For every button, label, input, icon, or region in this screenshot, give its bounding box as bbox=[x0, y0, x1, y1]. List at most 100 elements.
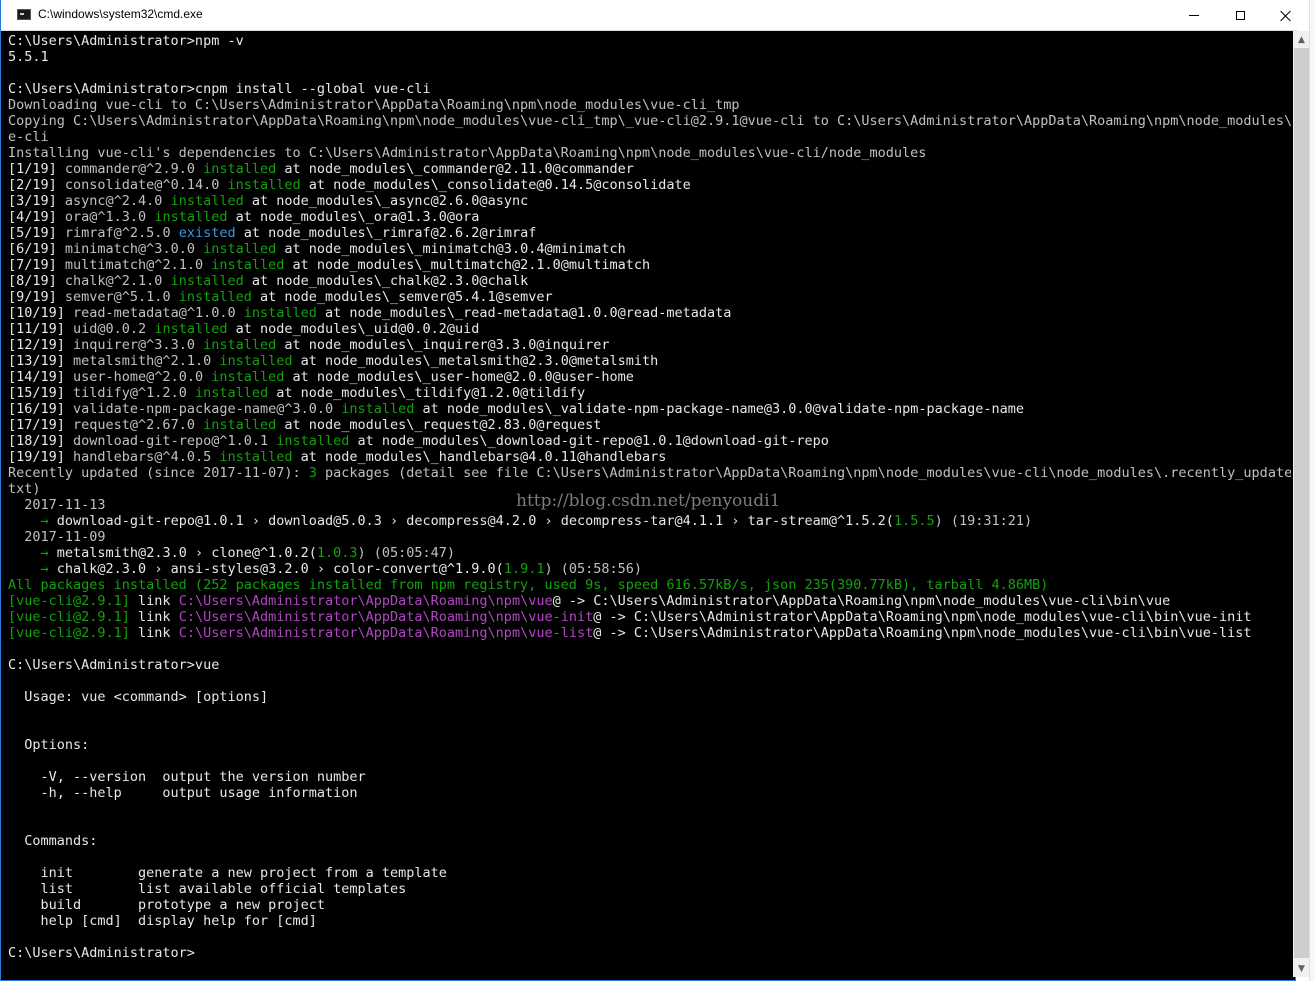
scroll-down-arrow-icon[interactable]: ▼ bbox=[1293, 960, 1310, 977]
console-text: installed bbox=[194, 385, 269, 401]
console-text: link bbox=[129, 609, 179, 625]
console-text: help [cmd] display help for [cmd] bbox=[8, 913, 317, 929]
console-text: installed bbox=[154, 321, 228, 337]
console-text: at node_modules\_metalsmith@2.3.0@metals… bbox=[292, 353, 659, 369]
console-text: installed bbox=[219, 449, 293, 465]
console-text: at node_modules\_validate-npm-package-na… bbox=[414, 401, 1024, 417]
console-text: Options: bbox=[8, 737, 90, 753]
console-line: Options: bbox=[8, 737, 1291, 753]
console-line: [8/19] chalk@^2.1.0 installed at node_mo… bbox=[8, 273, 1291, 289]
console-text: 2017-11-13 bbox=[8, 497, 106, 513]
console-text: [12/19] bbox=[8, 337, 74, 353]
console-text: [19/19] bbox=[8, 449, 74, 465]
console-text: Commands: bbox=[8, 833, 98, 849]
console-text: installed bbox=[227, 177, 301, 193]
console-line: [17/19] request@^2.67.0 installed at nod… bbox=[8, 417, 1291, 433]
console-text: → bbox=[40, 513, 49, 529]
console-text: C:\Users\Administrator\AppData\Roaming\n… bbox=[178, 593, 553, 609]
window-title: C:\windows\system32\cmd.exe bbox=[38, 7, 203, 21]
console-text: ora@^1.3.0 bbox=[64, 209, 155, 225]
console-line: [14/19] user-home@^2.0.0 installed at no… bbox=[8, 369, 1291, 385]
console-line: [2/19] consolidate@^0.14.0 installed at … bbox=[8, 177, 1291, 193]
console-text: installed bbox=[341, 401, 415, 417]
maximize-button[interactable] bbox=[1217, 0, 1263, 31]
console-text: at node_modules\_commander@2.11.0@comman… bbox=[276, 161, 634, 177]
console-text: installed bbox=[178, 289, 252, 305]
console-line: C:\Users\Administrator>npm -v bbox=[8, 33, 1291, 49]
console-line: → download-git-repo@1.0.1 › download@5.0… bbox=[8, 513, 1291, 529]
console-text: at node_modules\_inquirer@3.3.0@inquirer bbox=[276, 337, 610, 353]
console-text: @ -> C:\Users\Administrator\AppData\Roam… bbox=[593, 609, 1252, 625]
console-line: 2017-11-09 bbox=[8, 529, 1291, 545]
console-text: 5.5.1 bbox=[8, 49, 49, 65]
console-text: [3/19] bbox=[8, 193, 65, 209]
console-line: C:\Users\Administrator>vue bbox=[8, 657, 1291, 673]
console-text: C:\Users\Administrator> bbox=[8, 945, 195, 961]
console-text: @ -> C:\Users\Administrator\AppData\Roam… bbox=[593, 625, 1252, 641]
console-text: Usage: vue <command> [options] bbox=[8, 689, 269, 705]
console-line: -V, --version output the version number bbox=[8, 769, 1291, 785]
console-text: download-git-repo@1.0.1 › download@5.0.3… bbox=[48, 513, 894, 529]
console-line: [7/19] multimatch@^2.1.0 installed at no… bbox=[8, 257, 1291, 273]
scroll-thumb[interactable] bbox=[1294, 48, 1309, 958]
console-text: Downloading vue-cli to C:\Users\Administ… bbox=[8, 97, 740, 113]
console-text: installed bbox=[243, 305, 317, 321]
scroll-up-arrow-icon[interactable]: ▲ bbox=[1293, 31, 1310, 48]
console-text: at node_modules\_chalk@2.3.0@chalk bbox=[243, 273, 529, 289]
console-text: at node_modules\_semver@5.4.1@semver bbox=[251, 289, 553, 305]
console-text: inquirer@^3.3.0 bbox=[73, 337, 204, 353]
close-button[interactable] bbox=[1263, 0, 1309, 31]
cmd-app-icon[interactable] bbox=[17, 9, 31, 20]
vertical-scrollbar[interactable]: ▲ ▼ bbox=[1293, 31, 1310, 977]
console-text: tildify@^1.2.0 bbox=[73, 385, 195, 401]
console-text: [10/19] bbox=[8, 305, 74, 321]
console-text: 1.9.1 bbox=[503, 561, 545, 577]
console-text: handlebars@^4.0.5 bbox=[73, 449, 220, 465]
console-text: [15/19] bbox=[8, 385, 74, 401]
console-text: metalsmith@^2.1.0 bbox=[73, 353, 220, 369]
console-text: user-home@^2.0.0 bbox=[73, 369, 212, 385]
console-text: installed bbox=[203, 337, 277, 353]
title-bar[interactable]: C:\windows\system32\cmd.exe bbox=[1, 0, 1297, 31]
console-text: Installing vue-cli's dependencies to C:\… bbox=[8, 145, 927, 161]
console-line: [4/19] ora@^1.3.0 installed at node_modu… bbox=[8, 209, 1291, 225]
console-text: -h, --help output usage information bbox=[8, 785, 358, 801]
console-line: All packages installed (252 packages ins… bbox=[8, 577, 1291, 593]
console-text: [8/19] bbox=[8, 273, 65, 289]
console-text: @ -> C:\Users\Administrator\AppData\Roam… bbox=[552, 593, 1171, 609]
close-icon bbox=[1280, 10, 1292, 22]
console-line: Copying C:\Users\Administrator\AppData\R… bbox=[8, 113, 1291, 129]
console-text: [17/19] bbox=[8, 417, 74, 433]
console-text: semver@^5.1.0 bbox=[64, 289, 179, 305]
console-text: installed bbox=[203, 417, 277, 433]
console-line: C:\Users\Administrator> bbox=[8, 945, 1291, 961]
console-text: [vue-cli@2.9.1] bbox=[8, 625, 130, 641]
console-text: All packages installed (252 packages ins… bbox=[8, 577, 1049, 593]
console-text: installed bbox=[276, 433, 350, 449]
console-text: at node_modules\_user-home@2.0.0@user-ho… bbox=[284, 369, 634, 385]
console-text: -V, --version output the version number bbox=[8, 769, 366, 785]
console-text: [5/19] bbox=[8, 225, 65, 241]
console-line: help [cmd] display help for [cmd] bbox=[8, 913, 1291, 929]
console-line: Commands: bbox=[8, 833, 1291, 849]
minimize-button[interactable] bbox=[1171, 0, 1217, 31]
console-line: [12/19] inquirer@^3.3.0 installed at nod… bbox=[8, 337, 1291, 353]
console-text: packages (detail see file C:\Users\Admin… bbox=[316, 465, 1291, 481]
maximize-icon bbox=[1235, 11, 1245, 20]
console-line: [10/19] read-metadata@^1.0.0 installed a… bbox=[8, 305, 1291, 321]
console-line: [13/19] metalsmith@^2.1.0 installed at n… bbox=[8, 353, 1291, 369]
console-text: link bbox=[129, 593, 179, 609]
console-text: at node_modules\_async@2.6.0@async bbox=[243, 193, 529, 209]
console-line: Installing vue-cli's dependencies to C:\… bbox=[8, 145, 1291, 161]
console-text: [vue-cli@2.9.1] bbox=[8, 593, 130, 609]
console-text: download-git-repo@^1.0.1 bbox=[73, 433, 277, 449]
console-text: installed bbox=[154, 209, 228, 225]
console-text: [6/19] bbox=[8, 241, 65, 257]
console-text: request@^2.67.0 bbox=[73, 417, 204, 433]
